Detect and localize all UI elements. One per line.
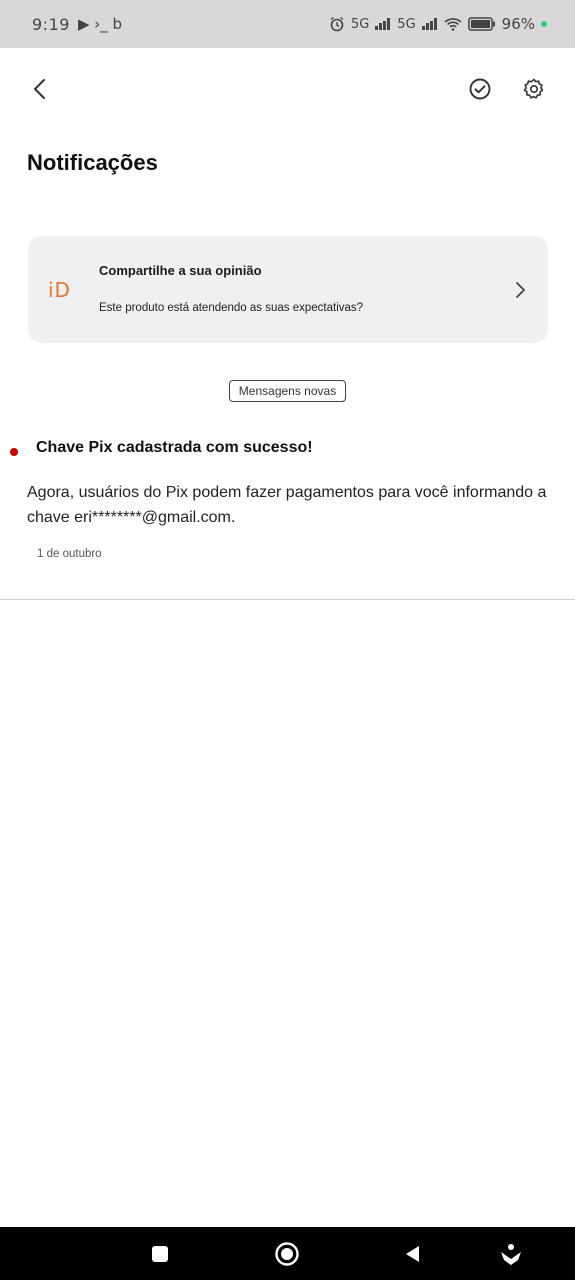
- notification-title: Chave Pix cadastrada com sucesso!: [36, 439, 313, 456]
- feedback-card-subtitle: Este produto está atendendo as suas expe…: [99, 302, 364, 314]
- gear-icon: [523, 78, 544, 99]
- privacy-indicator-dot: [541, 21, 547, 27]
- network-label-2: 5G: [397, 16, 416, 32]
- system-nav-bar: [0, 1227, 575, 1280]
- back-button[interactable]: [20, 69, 60, 109]
- settings-button[interactable]: [514, 69, 554, 109]
- accessibility-icon: [501, 1243, 521, 1265]
- home-button[interactable]: [262, 1227, 312, 1280]
- notification-date: 1 de outubro: [37, 548, 102, 560]
- chevron-right-icon: [516, 282, 525, 298]
- new-messages-badge: Mensagens novas: [229, 380, 346, 402]
- notification-item[interactable]: Chave Pix cadastrada com sucesso! Agora,…: [0, 420, 575, 600]
- home-circle-icon: [275, 1241, 299, 1266]
- status-app-icons: ▶ ›_ b: [77, 15, 123, 33]
- back-nav-button[interactable]: [387, 1227, 437, 1280]
- wifi-icon: [444, 18, 462, 31]
- feedback-card-title: Compartilhe a sua opinião: [99, 263, 262, 278]
- battery-percent: 96%: [501, 15, 535, 33]
- alarm-icon: [330, 16, 344, 32]
- unread-dot: [10, 448, 18, 456]
- square-icon: [152, 1245, 168, 1262]
- notification-body: Agora, usuários do Pix podem fazer pagam…: [27, 484, 547, 526]
- status-time: 9:19: [32, 14, 70, 34]
- signal-icon: [421, 18, 437, 30]
- id-logo: iD: [48, 278, 71, 302]
- status-left: 9:19 ▶ ›_ b: [32, 15, 122, 34]
- recents-button[interactable]: [135, 1227, 185, 1280]
- feedback-card[interactable]: iD Compartilhe a sua opinião Este produt…: [28, 236, 548, 343]
- signal-icon: [375, 18, 391, 30]
- mark-all-read-button[interactable]: [460, 69, 500, 109]
- status-bar: 9:19 ▶ ›_ b 5G 5G 96%: [0, 0, 575, 48]
- network-label-1: 5G: [350, 16, 370, 32]
- accessibility-button[interactable]: [486, 1227, 536, 1280]
- page-title: Notificações: [27, 150, 158, 175]
- top-nav: [0, 64, 575, 114]
- chevron-left-icon: [34, 79, 45, 99]
- triangle-back-icon: [406, 1245, 419, 1262]
- battery-icon: [467, 17, 495, 31]
- status-right: 5G 5G 96%: [329, 15, 547, 33]
- check-circle-icon: [469, 78, 491, 100]
